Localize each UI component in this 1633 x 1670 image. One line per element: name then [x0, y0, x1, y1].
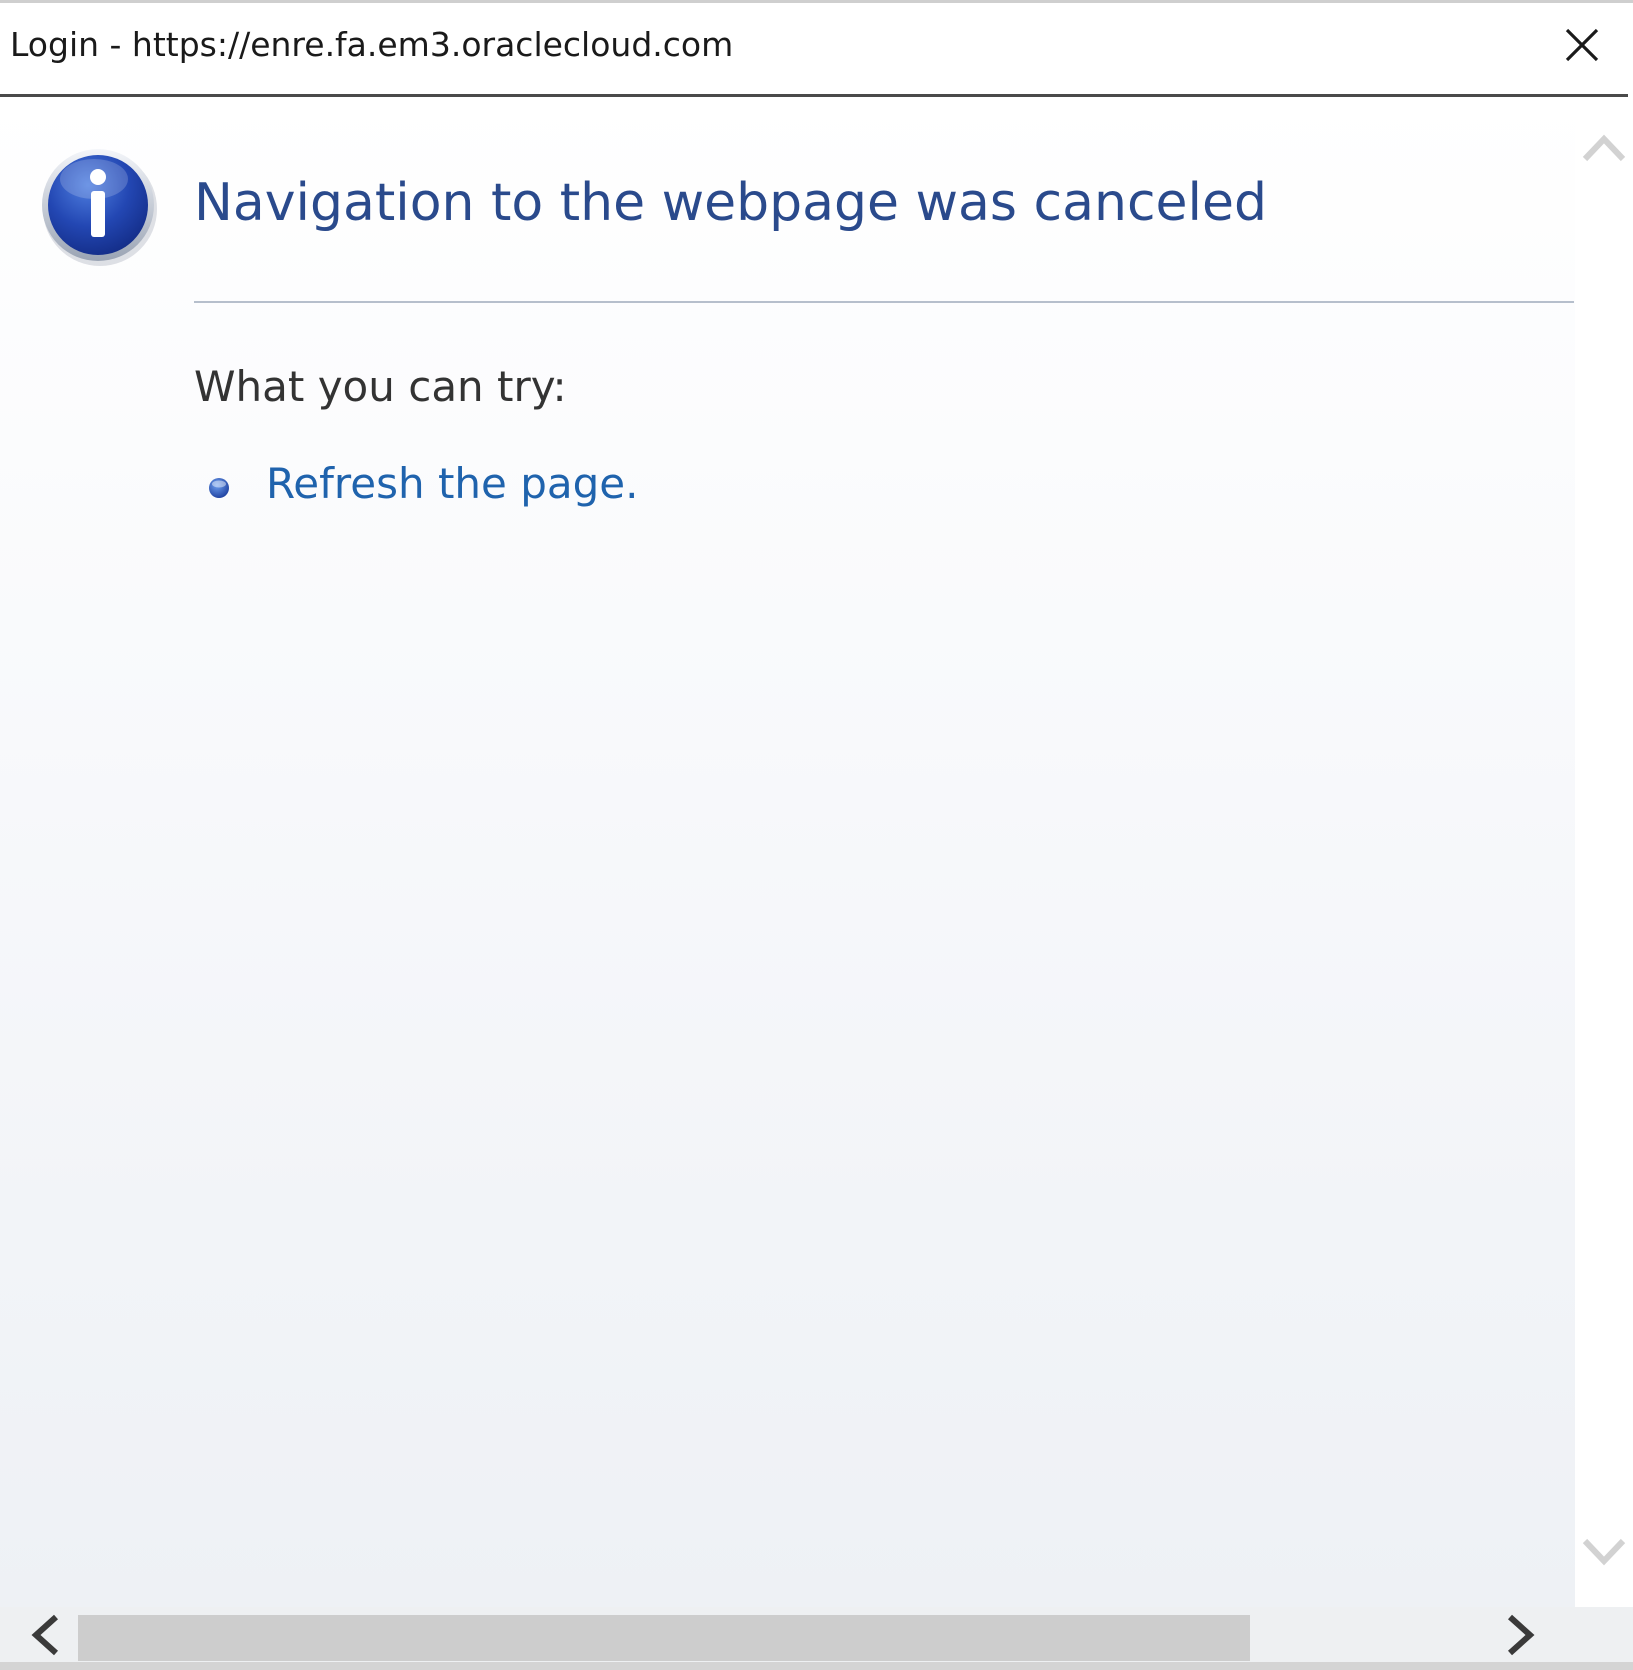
- info-icon: [40, 147, 160, 267]
- what-you-can-try-label: What you can try:: [194, 362, 567, 411]
- browser-dialog-window: Login - https://enre.fa.em3.oraclecloud.…: [0, 0, 1633, 1670]
- error-page-content: Navigation to the webpage was canceled W…: [0, 97, 1575, 1607]
- chevron-down-icon: [1582, 1538, 1626, 1566]
- scroll-up-button[interactable]: [1575, 127, 1633, 167]
- page-title: Navigation to the webpage was canceled: [194, 173, 1267, 233]
- close-button[interactable]: [1562, 25, 1602, 65]
- bullet-icon: [209, 478, 229, 498]
- vertical-scrollbar[interactable]: [1575, 97, 1633, 1607]
- title-bar: Login - https://enre.fa.em3.oraclecloud.…: [0, 0, 1633, 95]
- window-title: Login - https://enre.fa.em3.oraclecloud.…: [10, 25, 734, 64]
- window-bottom-border: [0, 1662, 1633, 1670]
- horizontal-scrollbar[interactable]: [0, 1607, 1633, 1662]
- chevron-left-icon: [31, 1614, 59, 1656]
- heading-divider: [194, 301, 1574, 303]
- close-icon: [1565, 28, 1599, 62]
- scroll-down-button[interactable]: [1575, 1533, 1633, 1573]
- scroll-right-button[interactable]: [1500, 1611, 1540, 1659]
- refresh-page-link[interactable]: Refresh the page.: [266, 459, 638, 508]
- horizontal-scroll-thumb[interactable]: [78, 1615, 1250, 1661]
- scroll-left-button[interactable]: [26, 1611, 66, 1659]
- chevron-right-icon: [1507, 1614, 1535, 1656]
- chevron-up-icon: [1582, 134, 1626, 162]
